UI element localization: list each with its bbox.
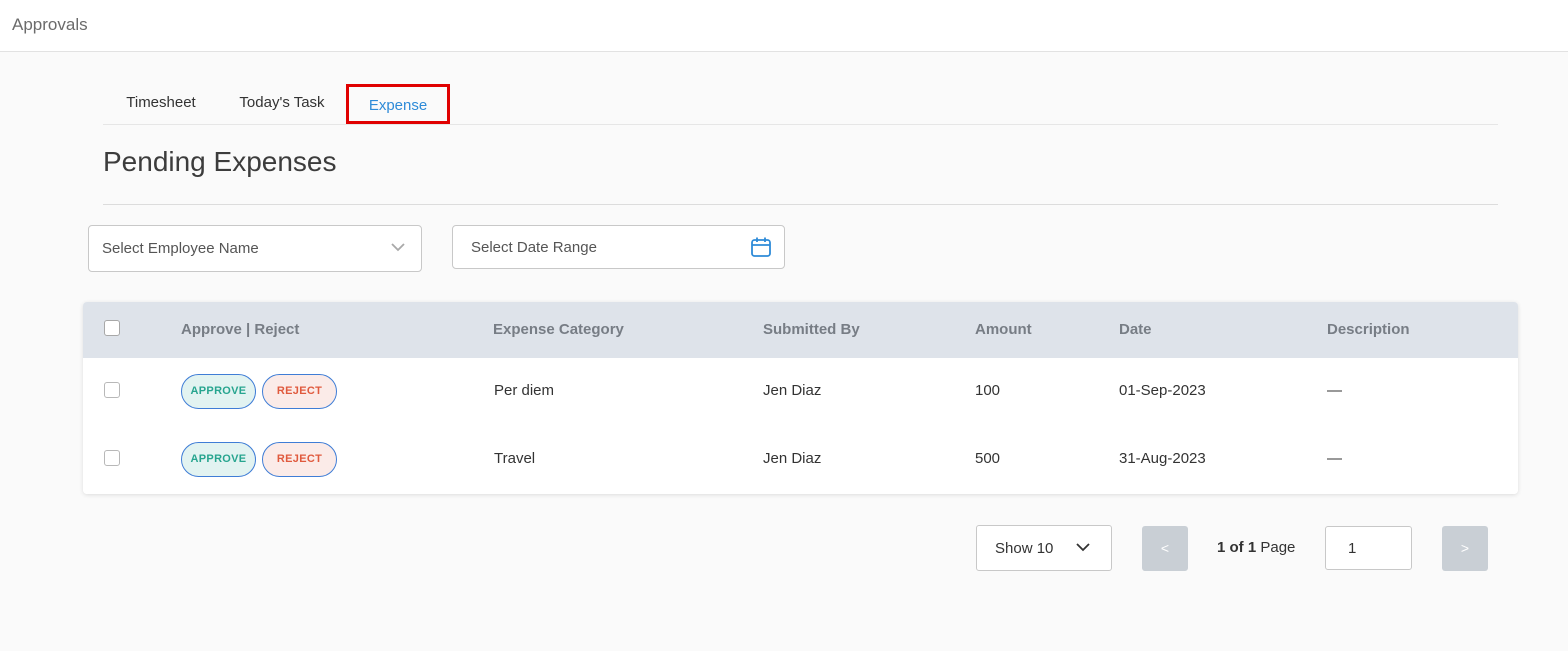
cell-category: Per diem xyxy=(494,382,555,399)
employee-select-placeholder: Select Employee Name xyxy=(102,240,259,257)
tab-timesheet[interactable]: Timesheet xyxy=(123,84,199,124)
row-checkbox[interactable] xyxy=(104,382,120,398)
expenses-table: Approve | Reject Expense Category Submit… xyxy=(83,302,1518,494)
date-range-picker[interactable]: Select Date Range xyxy=(452,225,785,269)
calendar-icon[interactable] xyxy=(750,236,772,258)
cell-category: Travel xyxy=(494,450,536,467)
reject-button[interactable]: REJECT xyxy=(262,442,337,477)
chevron-down-icon xyxy=(391,243,405,252)
column-header-date: Date xyxy=(1119,321,1152,338)
next-page-button[interactable]: > xyxy=(1442,526,1488,571)
title-divider xyxy=(103,204,1498,205)
page-number-input[interactable] xyxy=(1325,526,1412,570)
cell-submitted-by: Jen Diaz xyxy=(763,382,822,399)
page-word: Page xyxy=(1260,539,1296,556)
select-all-checkbox[interactable] xyxy=(104,320,120,336)
tab-expense[interactable]: Expense xyxy=(346,84,450,124)
page-indicator: 1 of 1 Page xyxy=(1217,539,1295,556)
column-header-category: Expense Category xyxy=(493,321,624,338)
approve-button[interactable]: APPROVE xyxy=(181,442,256,477)
approve-button[interactable]: APPROVE xyxy=(181,374,256,409)
cell-description: — xyxy=(1327,382,1342,399)
column-header-actions: Approve | Reject xyxy=(181,321,300,338)
page-size-label: Show 10 xyxy=(995,540,1054,557)
employee-select[interactable]: Select Employee Name xyxy=(88,225,422,272)
table-header: Approve | Reject Expense Category Submit… xyxy=(83,302,1518,358)
page-count: 1 of 1 xyxy=(1217,539,1257,556)
column-header-amount: Amount xyxy=(975,321,1032,338)
table-row: APPROVE REJECT Per diem Jen Diaz 100 01-… xyxy=(83,358,1518,427)
cell-submitted-by: Jen Diaz xyxy=(763,450,822,467)
top-bar: Approvals xyxy=(0,0,1568,52)
app-title: Approvals xyxy=(12,15,88,34)
cell-amount: 500 xyxy=(975,450,1001,467)
reject-button[interactable]: REJECT xyxy=(262,374,337,409)
cell-description: — xyxy=(1327,450,1342,467)
chevron-down-icon xyxy=(1076,543,1090,552)
cell-date: 01-Sep-2023 xyxy=(1119,382,1206,399)
table-row: APPROVE REJECT Travel Jen Diaz 500 31-Au… xyxy=(83,426,1518,494)
tab-bar: Timesheet Today's Task Expense xyxy=(103,84,1498,125)
tab-todays-task[interactable]: Today's Task xyxy=(237,84,327,124)
page-title: Pending Expenses xyxy=(103,146,337,177)
column-header-description: Description xyxy=(1327,321,1410,338)
column-header-submitted-by: Submitted By xyxy=(763,321,860,338)
cell-amount: 100 xyxy=(975,382,1001,399)
prev-page-button[interactable]: < xyxy=(1142,526,1188,571)
date-range-placeholder: Select Date Range xyxy=(471,239,597,256)
cell-date: 31-Aug-2023 xyxy=(1119,450,1206,467)
row-checkbox[interactable] xyxy=(104,450,120,466)
page-size-select[interactable]: Show 10 xyxy=(976,525,1112,571)
